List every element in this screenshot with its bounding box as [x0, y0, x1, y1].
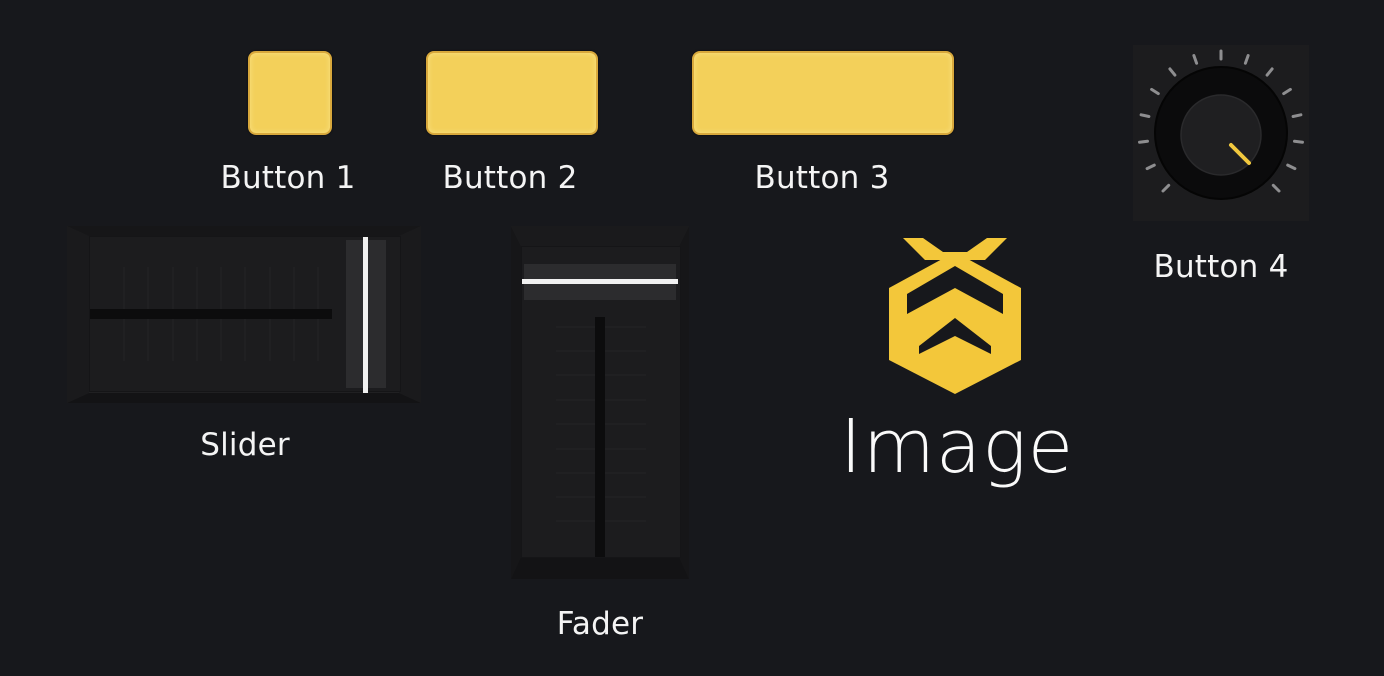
button-1-label: Button 1	[220, 160, 356, 196]
knob-tick	[1192, 54, 1199, 65]
knob-tick	[1271, 183, 1281, 193]
fader-rail	[595, 317, 605, 557]
bee-hexagon-logo-icon	[889, 238, 1021, 394]
knob-tick	[1282, 87, 1292, 96]
knob-dial-icon	[1138, 49, 1304, 200]
knob-tick	[1291, 113, 1303, 118]
vertical-fader[interactable]	[511, 226, 689, 579]
knob-tick	[1243, 54, 1250, 65]
knob-tick	[1168, 67, 1177, 77]
fader-handle-indicator	[522, 279, 678, 284]
knob-button-4[interactable]	[1133, 45, 1309, 221]
knob-tick	[1139, 113, 1151, 118]
fader-label: Fader	[556, 606, 644, 642]
knob-tick	[1145, 163, 1156, 171]
knob-tick	[1138, 139, 1149, 144]
button-2-label: Button 2	[442, 160, 578, 196]
knob-tick	[1161, 183, 1171, 193]
image-widget: Image	[840, 232, 1075, 502]
slider-label: Slider	[200, 427, 290, 463]
image-caption: Image	[840, 404, 1075, 490]
button-3-label: Button 3	[754, 160, 890, 196]
button-3[interactable]	[692, 51, 954, 135]
slider-rail	[90, 309, 332, 319]
button-1[interactable]	[248, 51, 332, 135]
slider-handle-indicator	[363, 237, 368, 393]
button-4-label: Button 4	[1153, 249, 1289, 285]
button-2[interactable]	[426, 51, 598, 135]
horizontal-slider[interactable]	[67, 226, 421, 403]
knob-tick	[1150, 87, 1160, 96]
knob-tick	[1286, 163, 1297, 171]
knob-tick	[1265, 67, 1274, 77]
knob-tick	[1293, 139, 1304, 144]
